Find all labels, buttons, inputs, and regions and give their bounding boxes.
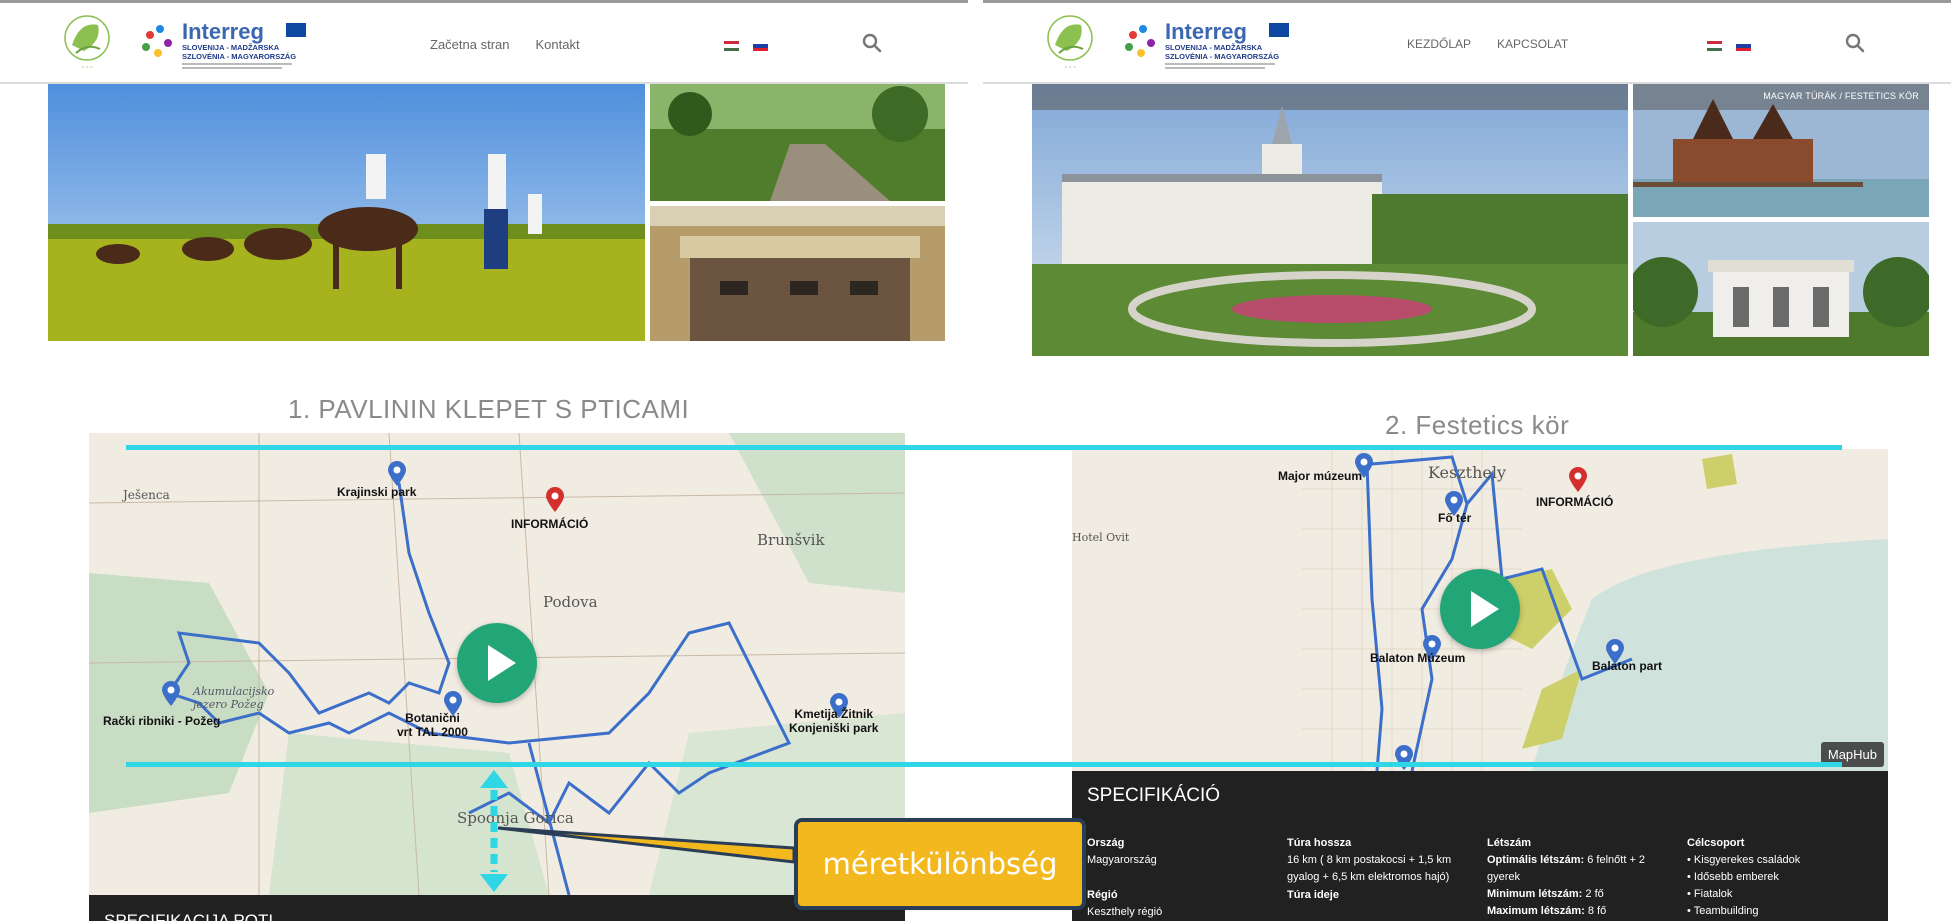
spec-value: Keszthely régió [1087, 906, 1163, 918]
map-label-balaton-muzeum: Balaton Múzeum [1370, 651, 1466, 665]
slovenian-flag-icon[interactable] [1736, 41, 1751, 51]
map-label-kmetija-zitnik: Kmetija Žitnik Konjeniški park [789, 707, 879, 735]
svg-text:SLOVENIJA - MADŽARSKA: SLOVENIJA - MADŽARSKA [1165, 43, 1263, 52]
map-label-racki-ribniki: Rački ribniki - Požeg [103, 714, 221, 728]
spec-list-item: • Teambuilding [1687, 905, 1759, 917]
nav-contact-link[interactable]: Kontakt [536, 37, 580, 52]
svg-text:Interreg: Interreg [1165, 19, 1247, 44]
hero-image-park-path[interactable] [650, 84, 945, 201]
spec-heading: Régió [1087, 889, 1118, 901]
map-label-informacio: INFORMÁCIÓ [511, 517, 589, 531]
route-map[interactable]: Keszthely Hotel Ovit Major múzeum Fő tér… [1072, 449, 1888, 771]
spec-column-headcount: Létszám Optimális létszám: 6 felnőtt + 2… [1487, 835, 1677, 920]
map-label-informacio: INFORMÁCIÓ [1536, 495, 1614, 509]
nature-park-logo[interactable]: ~ ~ ~ [1045, 13, 1095, 73]
spec-value: Magyarország [1087, 854, 1157, 866]
map-pin-icon[interactable] [1394, 745, 1414, 771]
comparison-screenshot: ~ ~ ~ Interreg SLOVENIJA - MADŽARSKA SZL… [0, 0, 1951, 921]
map-lake-label: Akumulacijsko jezero Požeg [193, 685, 275, 711]
map-town-podova: Podova [543, 593, 598, 611]
map-pin-icon[interactable] [161, 681, 181, 707]
info-pin-icon[interactable] [1568, 467, 1588, 493]
slovenian-flag-icon[interactable] [753, 41, 768, 51]
spec-label: Maximum létszám: [1487, 905, 1585, 917]
spec-heading: Ország [1087, 837, 1125, 849]
map-hotel-label: Hotel Ovit [1072, 531, 1130, 544]
spec-value: 2 fő [1582, 888, 1604, 900]
spec-title: SPECIFIKACIJA POTI [104, 911, 274, 921]
hero-image-festetics-palace[interactable] [1032, 84, 1628, 356]
hero-image-horse-riders[interactable] [48, 84, 645, 341]
map-town-jesenca: Ješenca [123, 488, 170, 502]
route-spec-panel: SPECIFIKACIJA POTI [89, 895, 905, 921]
spec-heading: Létszám [1487, 837, 1532, 849]
site-header: ~ ~ ~ Interreg SLOVENIJA - MADŽARSKA SZL… [0, 0, 968, 84]
spec-heading: Túra ideje [1287, 889, 1339, 901]
map-label-major-muzeum: Major múzeum [1278, 469, 1363, 483]
play-route-button[interactable] [457, 623, 537, 703]
svg-text:SLOVENIJA - MADŽARSKA: SLOVENIJA - MADŽARSKA [182, 43, 280, 52]
language-switcher [724, 41, 768, 51]
map-pin-icon[interactable] [387, 461, 407, 487]
route-title: 1. PAVLININ KLEPET S PTICAMI [288, 394, 690, 424]
spec-list-item: • Kisgyerekes családok [1687, 854, 1801, 866]
map-label-botanicni-vrt: Botanični vrt TAL 2000 [397, 711, 468, 739]
search-icon[interactable] [1845, 33, 1865, 53]
spec-label: Optimális létszám: [1487, 854, 1585, 866]
map-town-brunsvik: Brunšvik [757, 531, 825, 549]
spec-column-target-group: Célcsoport • Kisgyerekes családok • Idős… [1687, 835, 1877, 920]
map-label-fo-ter: Fő tér [1438, 511, 1472, 525]
spec-heading: Célcsoport [1687, 837, 1745, 849]
interreg-logo[interactable]: Interreg SLOVENIJA - MADŽARSKA SZLOVÉNIA… [1121, 17, 1291, 73]
svg-text:~ ~ ~: ~ ~ ~ [1064, 65, 1076, 71]
search-icon[interactable] [862, 33, 882, 53]
map-label-balaton-part: Balaton part [1592, 659, 1663, 673]
svg-text:SZLOVÉNIA - MAGYARORSZÁG: SZLOVÉNIA - MAGYARORSZÁG [1165, 52, 1279, 61]
language-switcher [1707, 41, 1751, 51]
alignment-guide-bottom [126, 762, 1842, 767]
nature-park-logo[interactable]: ~ ~ ~ [62, 13, 112, 73]
svg-text:~ ~ ~: ~ ~ ~ [81, 65, 93, 71]
svg-text:Interreg: Interreg [182, 19, 264, 44]
hero-image-wooden-hut[interactable] [650, 206, 945, 341]
nav-home-link[interactable]: Začetna stran [430, 37, 510, 52]
hero-image-pier-pavilion[interactable] [1633, 84, 1929, 217]
callout-pointer [497, 826, 796, 864]
nav-home-link[interactable]: KEZDŐLAP [1407, 37, 1471, 51]
play-route-button[interactable] [1440, 569, 1520, 649]
map-label-krajinski-park: Krajinski park [337, 485, 417, 499]
spec-column-length: Túra hossza 16 km ( 8 km postakocsi + 1,… [1287, 835, 1477, 904]
breadcrumb: MAGYAR TÚRÁK / FESTETICS KÖR [1763, 91, 1919, 101]
spec-heading: Túra hossza [1287, 837, 1352, 849]
route-spec-panel: SPECIFIKÁCIÓ Ország Magyarország Régió K… [1072, 771, 1888, 921]
spec-value: 16 km ( 8 km postakocsi + 1,5 km gyalog … [1287, 854, 1452, 883]
info-pin-icon[interactable] [545, 487, 565, 513]
spec-value: 8 fő [1584, 905, 1607, 917]
spec-title: SPECIFIKÁCIÓ [1087, 785, 1221, 806]
nav-contact-link[interactable]: KAPCSOLAT [1497, 37, 1568, 51]
main-nav: Začetna stran Kontakt [430, 37, 580, 52]
site-header: ~ ~ ~ Interreg SLOVENIJA - MADŽARSKA SZL… [983, 0, 1951, 84]
main-nav: KEZDŐLAP KAPCSOLAT [1407, 37, 1568, 51]
interreg-logo[interactable]: Interreg SLOVENIJA - MADŽARSKA SZLOVÉNIA… [138, 17, 308, 73]
size-difference-callout: méretkülönbség [794, 818, 1086, 910]
svg-text:SZLOVÉNIA - MAGYARORSZÁG: SZLOVÉNIA - MAGYARORSZÁG [182, 52, 296, 61]
map-town-keszthely: Keszthely [1428, 463, 1506, 482]
route-title: 2. Festetics kör [1385, 410, 1570, 440]
spec-list-item: • Idősebb emberek [1687, 871, 1779, 883]
spec-label: Minimum létszám: [1487, 888, 1583, 900]
spec-column-country: Ország Magyarország Régió Keszthely régi… [1087, 835, 1277, 921]
alignment-guide-top [126, 445, 1842, 450]
spec-list-item: • Fiatalok [1687, 888, 1733, 900]
hero-image-helikon-pavilion[interactable] [1633, 222, 1929, 356]
hungarian-flag-icon[interactable] [724, 41, 739, 51]
hungarian-flag-icon[interactable] [1707, 41, 1722, 51]
